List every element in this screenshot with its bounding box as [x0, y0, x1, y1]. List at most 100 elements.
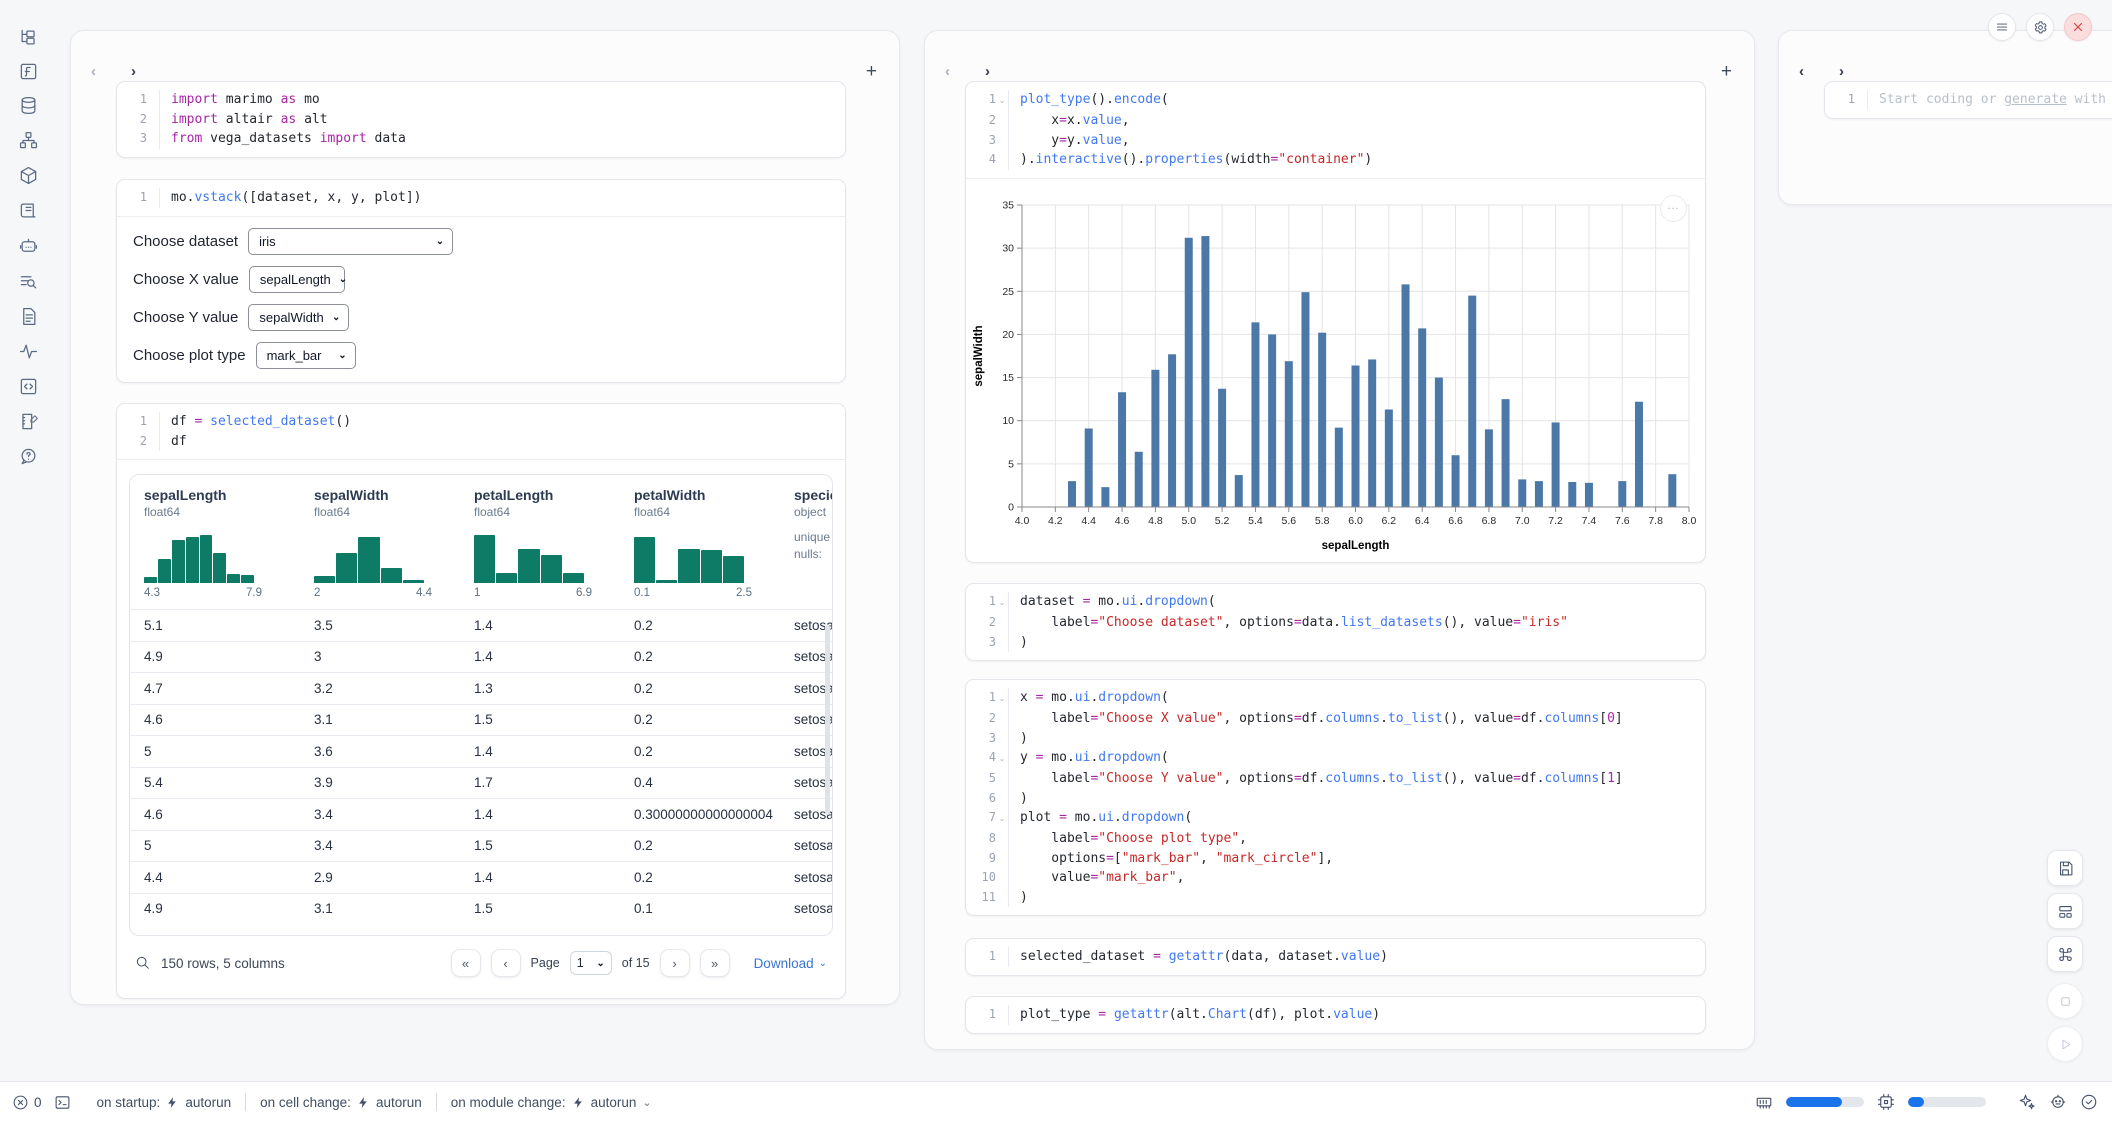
database-icon[interactable] [13, 90, 43, 120]
dropdown-row: Choose X valuesepalLength⌄ [133, 266, 845, 293]
table-row[interactable]: 53.61.40.2setosa [130, 735, 832, 767]
fold-chevron-icon[interactable]: ⌄ [996, 688, 1008, 709]
table-cell: 4.4 [130, 870, 300, 885]
error-count-chip[interactable]: 0 [12, 1094, 42, 1111]
code-editor[interactable]: 1selected_dataset = getattr(data, datase… [966, 939, 1705, 975]
last-page-button[interactable]: » [700, 949, 730, 977]
file-tree-icon[interactable] [13, 22, 43, 52]
layout-button[interactable] [2047, 893, 2083, 929]
column-header-sepalLength[interactable]: sepalLengthfloat644.37.9 [130, 487, 300, 609]
table-row[interactable]: 53.41.50.2setosa [130, 830, 832, 862]
table-row[interactable]: 4.42.91.40.2setosa [130, 861, 832, 893]
column-histogram [144, 529, 254, 583]
run-button[interactable] [2047, 1026, 2083, 1062]
svg-text:6.0: 6.0 [1348, 515, 1363, 527]
code-cell-dataset-dropdown: 1⌄dataset = mo.ui.dropdown(2 label="Choo… [965, 583, 1706, 661]
download-button[interactable]: Download⌄ [754, 956, 827, 971]
add-cell-button[interactable]: + [866, 64, 877, 80]
code-editor[interactable]: 1df = selected_dataset()2df [117, 404, 845, 459]
dropdown-select-choose-y-value[interactable]: sepalWidth⌄ [248, 304, 349, 331]
fold-chevron-icon[interactable]: ⌄ [996, 592, 1008, 613]
code-line: 1⌄dataset = mo.ui.dropdown( [966, 592, 1705, 613]
column-header-petalWidth[interactable]: petalWidthfloat640.12.5 [620, 487, 780, 609]
column-header-sepalWidth[interactable]: sepalWidthfloat6424.4 [300, 487, 460, 609]
dropdown-select-choose-dataset[interactable]: iris⌄ [248, 228, 453, 255]
settings-button[interactable] [2026, 13, 2054, 41]
column-header-petalLength[interactable]: petalLengthfloat6416.9 [460, 487, 620, 609]
code-line: 9 options=["mark_bar", "mark_circle"], [966, 849, 1705, 869]
fold-chevron-icon[interactable]: ⌄ [996, 90, 1008, 111]
column-prev-button[interactable]: ‹ [91, 65, 96, 79]
memory-usage-meter [1786, 1097, 1864, 1107]
page-select[interactable]: 1⌄ [570, 951, 612, 975]
close-button[interactable] [2064, 13, 2092, 41]
table-row[interactable]: 4.63.11.50.2setosa [130, 704, 832, 736]
code-cell-vstack: 1mo.vstack([dataset, x, y, plot]) Choose… [116, 179, 846, 383]
stop-button[interactable] [2047, 983, 2083, 1019]
prev-page-button[interactable]: ‹ [491, 949, 521, 977]
dropdown-row: Choose plot typemark_bar⌄ [133, 342, 845, 369]
lightning-bolt-icon [166, 1096, 179, 1109]
terminal-button[interactable] [54, 1094, 71, 1111]
save-button[interactable] [2047, 850, 2083, 886]
autorun-toggle-1[interactable]: on startup:autorun [97, 1095, 232, 1110]
table-row[interactable]: 5.13.51.40.2setosa [130, 609, 832, 641]
code-editor[interactable]: 1⌄x = mo.ui.dropdown(2 label="Choose X v… [966, 680, 1705, 915]
code-cell-imports: 1import marimo as mo2import altair as al… [116, 81, 846, 158]
column-next-button[interactable]: › [1839, 65, 1844, 79]
code-line: 1selected_dataset = getattr(data, datase… [966, 947, 1705, 967]
column-header-species[interactable]: speciesobjectuniquenulls: [780, 487, 833, 609]
svg-text:6.8: 6.8 [1482, 515, 1497, 527]
dropdown-label: Choose dataset [133, 233, 238, 250]
code-editor[interactable]: 1mo.vstack([dataset, x, y, plot]) [117, 180, 845, 216]
column-next-button[interactable]: › [131, 65, 136, 79]
connection-status-icon[interactable] [2080, 1093, 2098, 1111]
table-row[interactable]: 4.931.40.2setosa [130, 641, 832, 673]
functions-icon[interactable] [13, 56, 43, 86]
dropdown-select-choose-plot-type[interactable]: mark_bar⌄ [256, 342, 356, 369]
tracing-icon[interactable] [13, 336, 43, 366]
table-row[interactable]: 4.73.21.30.2setosa [130, 672, 832, 704]
menu-button[interactable] [1988, 13, 2016, 41]
table-cell: 4.9 [130, 649, 300, 664]
logs-icon[interactable] [13, 266, 43, 296]
code-editor[interactable]: 1⌄dataset = mo.ui.dropdown(2 label="Choo… [966, 584, 1705, 660]
fold-chevron-icon[interactable]: ⌄ [996, 808, 1008, 829]
keyboard-shortcuts-button[interactable] [2047, 936, 2083, 972]
scratchpad-icon[interactable] [13, 195, 43, 225]
fold-chevron-icon[interactable]: ⌄ [996, 748, 1008, 769]
chart-actions-menu-button[interactable]: … [1660, 195, 1687, 222]
svg-text:0: 0 [1008, 501, 1014, 513]
code-editor[interactable]: 1Start coding or generate with [1825, 82, 2112, 118]
column-prev-button[interactable]: ‹ [1799, 65, 1804, 79]
column-next-button[interactable]: › [985, 65, 990, 79]
altair-chart[interactable]: 4.04.24.44.64.85.05.25.45.65.86.06.26.46… [966, 179, 1705, 568]
table-scrollbar[interactable] [825, 625, 830, 815]
table-row[interactable]: 4.63.41.40.30000000000000004setosa [130, 798, 832, 830]
chat-icon[interactable] [13, 231, 43, 261]
code-editor[interactable]: 1⌄plot_type().encode(2 x=x.value,3 y=y.v… [966, 82, 1705, 178]
notebook-icon[interactable] [13, 406, 43, 436]
code-cell-selected-dataset: 1selected_dataset = getattr(data, datase… [965, 938, 1706, 976]
first-page-button[interactable]: « [451, 949, 481, 977]
dropdown-select-choose-x-value[interactable]: sepalLength⌄ [249, 266, 345, 293]
code-editor[interactable]: 1plot_type = getattr(alt.Chart(df), plot… [966, 997, 1705, 1033]
assistant-robot-icon[interactable] [2049, 1093, 2067, 1111]
column-prev-button[interactable]: ‹ [945, 65, 950, 79]
dependency-graph-icon[interactable] [13, 125, 43, 155]
packages-icon[interactable] [13, 160, 43, 190]
autorun-toggle-3[interactable]: on module change:autorun⌄ [451, 1095, 652, 1110]
table-cell: 3.1 [300, 901, 460, 916]
table-row[interactable]: 4.93.11.50.1setosa [130, 893, 832, 925]
next-page-button[interactable]: › [660, 949, 690, 977]
documentation-icon[interactable] [13, 301, 43, 331]
code-editor[interactable]: 1import marimo as mo2import altair as al… [117, 82, 845, 157]
add-cell-button[interactable]: + [1721, 64, 1732, 80]
snippets-icon[interactable] [13, 371, 43, 401]
autorun-toggle-2[interactable]: on cell change:autorun [260, 1095, 422, 1110]
ai-sparkle-icon[interactable] [2018, 1093, 2036, 1111]
search-icon[interactable] [135, 955, 151, 971]
help-icon[interactable] [13, 441, 43, 471]
code-line: 1df = selected_dataset() [117, 412, 845, 432]
table-row[interactable]: 5.43.91.70.4setosa [130, 767, 832, 799]
